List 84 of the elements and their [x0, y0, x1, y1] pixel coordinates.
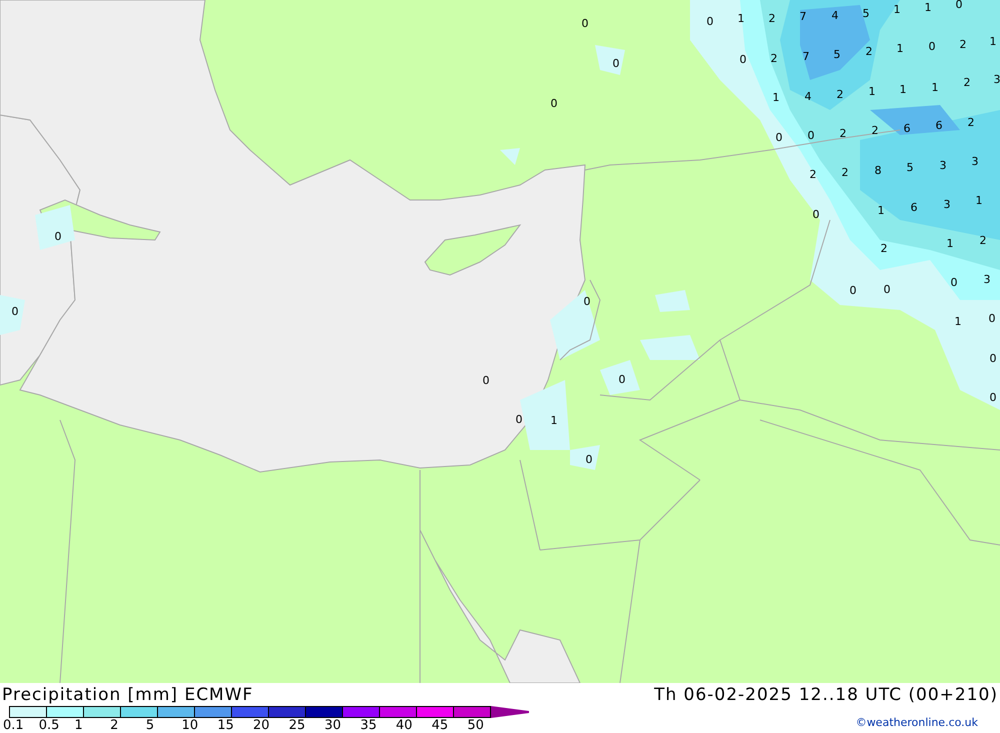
legend-label: 0.5	[38, 718, 60, 733]
precipitation-value: 2	[810, 168, 816, 181]
valid-time: Th 06-02-2025 12..18 UTC (00+210)	[654, 684, 999, 704]
precipitation-value: 5	[906, 161, 914, 174]
precipitation-value: 1	[896, 42, 904, 55]
precipitation-value: 0	[956, 0, 962, 11]
precipitation-value: 1	[738, 12, 744, 25]
precipitation-value: 0	[928, 40, 936, 53]
precipitation-value: 1	[990, 35, 996, 48]
legend-label: 25	[288, 718, 306, 733]
legend-label: 20	[253, 718, 271, 733]
precipitation-value: 0	[54, 230, 62, 243]
precipitation-value: 1	[878, 204, 884, 217]
legend-label: 45	[432, 718, 450, 733]
precipitation-value: 3	[972, 155, 978, 168]
precipitation-value: 0	[482, 374, 490, 387]
precipitation-value: 7	[800, 10, 806, 23]
map-title: Precipitation [mm] ECMWF	[1, 684, 254, 704]
precipitation-value: 1	[946, 237, 954, 250]
legend-label: 10	[182, 718, 200, 733]
precipitation-value: 1	[932, 81, 938, 94]
scale-arrow-icon	[491, 706, 529, 718]
precipitation-value: 3	[944, 198, 950, 211]
precipitation-value: 0	[582, 17, 588, 30]
legend-label: 35	[360, 718, 378, 733]
precipitation-value: 0	[612, 57, 620, 70]
legend-label: 5	[146, 718, 156, 733]
legend-label: 30	[324, 718, 342, 733]
precipitation-value: 2	[968, 116, 974, 129]
precipitation-value: 1	[772, 91, 780, 104]
precipitation-value: 7	[802, 50, 810, 63]
precipitation-value: 3	[940, 159, 946, 172]
legend-label: 1	[74, 718, 84, 733]
precipitation-value: 1	[894, 3, 900, 16]
legend-label: 2	[110, 718, 120, 733]
precipitation-value: 0	[990, 391, 996, 404]
precipitation-value: 0	[884, 283, 890, 296]
legend-label: 40	[396, 718, 414, 733]
precipitation-value: 3	[984, 273, 990, 286]
legend-label: 15	[217, 718, 235, 733]
precipitation-value: 5	[862, 7, 870, 20]
precipitation-value: 2	[836, 88, 844, 101]
precipitation-value: 1	[900, 83, 906, 96]
precipitation-value: 1	[550, 414, 558, 427]
precipitation-value: 2	[964, 76, 970, 89]
precipitation-value: 0	[12, 305, 18, 318]
precipitation-value: 2	[880, 242, 888, 255]
precipitation-value: 2	[960, 38, 966, 51]
precipitation-value: 1	[954, 315, 962, 328]
precipitation-value: 2	[842, 166, 848, 179]
credit-link[interactable]: ©weatheronline.co.uk	[856, 716, 978, 729]
precipitation-value: 2	[872, 124, 878, 137]
precipitation-value: 0	[990, 352, 996, 365]
precipitation-value: 6	[936, 119, 942, 132]
precipitation-value: 8	[874, 164, 882, 177]
precipitation-value: 0	[586, 453, 592, 466]
precipitation-value: 0	[618, 373, 626, 386]
precipitation-value: 2	[768, 12, 776, 25]
precipitation-value: 1	[924, 1, 932, 14]
legend-label: 0.1	[3, 718, 25, 733]
precipitation-value: 3	[994, 73, 1000, 86]
precipitation-value: 2	[770, 52, 778, 65]
precipitation-value: 2	[866, 45, 872, 58]
precipitation-value: 0	[988, 312, 996, 325]
precipitation-value: 4	[832, 9, 838, 22]
precipitation-value: 0	[776, 131, 782, 144]
precipitation-value: 6	[910, 201, 918, 214]
precipitation-value: 1	[868, 85, 876, 98]
precipitation-value: 5	[834, 48, 840, 61]
precipitation-value: 0	[850, 284, 856, 297]
precipitation-value: 0	[950, 276, 958, 289]
precipitation-value: 2	[980, 234, 986, 247]
precipitation-value: 6	[904, 122, 910, 135]
precipitation-value: 0	[808, 129, 814, 142]
legend-label: 50	[467, 718, 485, 733]
precipitation-value: 0	[740, 53, 746, 66]
precipitation-value: 2	[840, 127, 846, 140]
precipitation-value: 0	[550, 97, 558, 110]
precipitation-value: 4	[804, 90, 812, 103]
precipitation-value: 0	[812, 208, 820, 221]
precipitation-value: 0	[584, 295, 590, 308]
precipitation-value: 0	[516, 413, 522, 426]
precipitation-value: 1	[976, 194, 982, 207]
precipitation-value: 0	[706, 15, 714, 28]
